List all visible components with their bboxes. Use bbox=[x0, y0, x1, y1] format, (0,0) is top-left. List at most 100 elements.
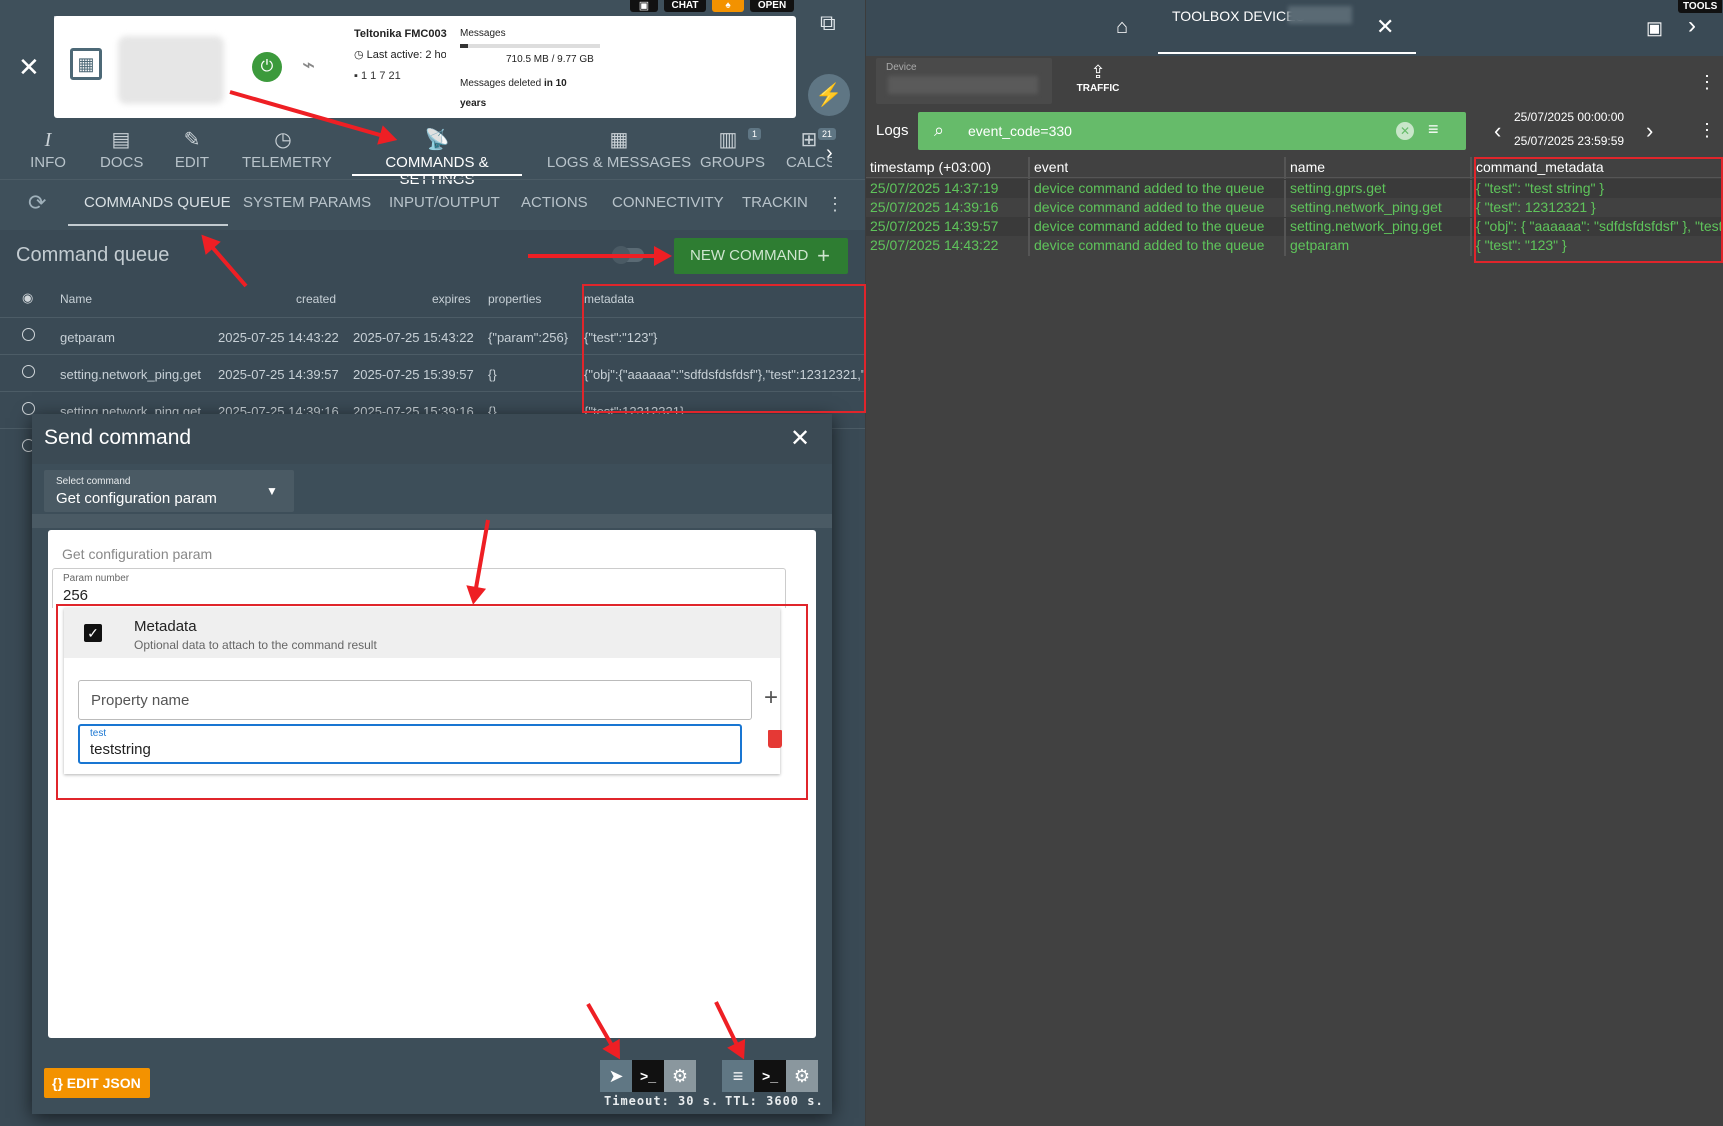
messages-label: Messages bbox=[460, 28, 506, 39]
col-name[interactable]: name bbox=[1290, 159, 1325, 175]
last-active-text: Last active: 2 hou bbox=[366, 49, 446, 61]
subtab-actions[interactable]: ACTIONS bbox=[521, 194, 588, 211]
log-name: setting.network_ping.get bbox=[1290, 199, 1442, 215]
tab-docs-label: DOCS bbox=[100, 154, 144, 171]
edit-json-button[interactable]: {} EDIT JSON bbox=[44, 1068, 150, 1098]
select-command-label: Select command bbox=[56, 476, 131, 487]
row-radio[interactable] bbox=[22, 365, 35, 378]
col-properties[interactable]: properties bbox=[488, 292, 541, 306]
toolbox-title-blurred bbox=[1288, 6, 1352, 24]
send-button[interactable]: ➤ bbox=[600, 1060, 632, 1092]
docs-icon: ▤ bbox=[111, 129, 131, 151]
storage-bar bbox=[460, 44, 600, 48]
annotation-box-metadata-column bbox=[582, 284, 866, 413]
subtab-input-output[interactable]: INPUT/OUTPUT bbox=[389, 194, 500, 211]
tabs-divider bbox=[0, 179, 865, 180]
date-from[interactable]: 25/07/2025 00:00:00 bbox=[1514, 110, 1624, 124]
lightning-button[interactable]: ⚡ bbox=[808, 74, 850, 116]
traffic-icon: ⇪ bbox=[1090, 62, 1106, 82]
col-sep bbox=[1284, 237, 1286, 256]
col-sep bbox=[1028, 180, 1030, 199]
counts-text: 1 1 7 21 bbox=[360, 70, 401, 82]
param-number-field[interactable]: Param number 256 bbox=[52, 568, 786, 608]
subtab-underline bbox=[68, 224, 228, 226]
external-link-icon[interactable]: ⧉ bbox=[820, 10, 836, 36]
home-icon[interactable]: ⌂ bbox=[1116, 16, 1128, 39]
subtab-commands-queue[interactable]: COMMANDS QUEUE bbox=[84, 194, 231, 211]
more-vert-icon-2[interactable]: ⋮ bbox=[1698, 120, 1716, 141]
row-expires: 2025-07-25 15:43:22 bbox=[353, 330, 474, 345]
col-created[interactable]: created bbox=[296, 292, 336, 306]
date-next-icon[interactable]: › bbox=[1646, 118, 1653, 144]
chevron-right-icon[interactable]: › bbox=[1688, 12, 1696, 40]
toolbox-close-icon[interactable]: ✕ bbox=[1376, 14, 1394, 40]
filter-icon[interactable]: ≡ bbox=[1428, 119, 1439, 140]
chevron-right-icon[interactable]: › bbox=[826, 142, 833, 165]
row-expires: 2025-07-25 15:39:57 bbox=[353, 367, 474, 382]
tab-logs-messages[interactable]: ▦ LOGS & MESSAGES bbox=[544, 126, 694, 171]
settings-icon-2[interactable]: ⚙ bbox=[786, 1060, 818, 1092]
open-badge[interactable]: OPEN bbox=[750, 0, 794, 12]
refresh-icon[interactable]: ⟳ bbox=[28, 190, 46, 216]
more-vert-icon[interactable]: ⋮ bbox=[826, 194, 844, 215]
tab-info-label: INFO bbox=[30, 154, 66, 171]
tools-badge[interactable]: TOOLS bbox=[1678, 0, 1723, 13]
date-prev-icon[interactable]: ‹ bbox=[1494, 118, 1501, 144]
traffic-button[interactable]: ⇪ TRAFFIC bbox=[1068, 62, 1128, 94]
logs-label: Logs bbox=[876, 122, 909, 139]
annotation-box-metadata-panel bbox=[56, 604, 808, 800]
tab-info[interactable]: i INFO bbox=[30, 126, 66, 171]
col-expires[interactable]: expires bbox=[432, 292, 471, 306]
col-sep bbox=[1470, 199, 1472, 218]
log-event: device command added to the queue bbox=[1034, 180, 1265, 196]
terminal-icon-2[interactable]: >_ bbox=[754, 1060, 786, 1092]
param-number-label: Param number bbox=[63, 573, 130, 584]
select-all-icon[interactable]: ◉ bbox=[22, 290, 33, 306]
tab-edit-label: EDIT bbox=[174, 154, 210, 171]
chat-badge[interactable]: CHAT bbox=[664, 0, 706, 12]
device-counts: ▪ 1 1 7 21 bbox=[354, 70, 401, 82]
traffic-label: TRAFFIC bbox=[1076, 83, 1120, 94]
power-icon[interactable]: ⏻ bbox=[252, 52, 282, 82]
date-to[interactable]: 25/07/2025 23:59:59 bbox=[1514, 134, 1624, 148]
more-vert-icon[interactable]: ⋮ bbox=[1698, 72, 1716, 93]
subtab-connectivity[interactable]: CONNECTIVITY bbox=[612, 194, 724, 211]
tab-docs[interactable]: ▤ DOCS bbox=[100, 126, 144, 171]
fullscreen-icon[interactable]: ▣ bbox=[1646, 18, 1663, 39]
annotation-box-command-metadata bbox=[1474, 157, 1723, 263]
camera-badge[interactable]: ▣ bbox=[630, 0, 658, 12]
terminal-icon[interactable]: >_ bbox=[632, 1060, 664, 1092]
tab-edit[interactable]: ✎ EDIT bbox=[174, 126, 210, 171]
device-selector[interactable]: Device bbox=[876, 58, 1052, 104]
row-created: 2025-07-25 14:43:22 bbox=[218, 330, 339, 345]
new-command-button[interactable]: NEW COMMAND + bbox=[674, 238, 848, 274]
telemetry-icon: ◷ bbox=[274, 129, 292, 151]
clear-search-icon[interactable]: ✕ bbox=[1396, 122, 1414, 140]
select-command[interactable]: Select command Get configuration param ▼ bbox=[44, 470, 294, 512]
tab-telemetry[interactable]: ◷ TELEMETRY bbox=[242, 126, 332, 171]
dialog-header: Send command ✕ bbox=[32, 414, 832, 464]
queue-add-button[interactable]: ≡ bbox=[722, 1060, 754, 1092]
col-sep bbox=[1470, 218, 1472, 237]
col-sep bbox=[1470, 157, 1472, 179]
col-event[interactable]: event bbox=[1034, 159, 1068, 175]
device-value-blurred bbox=[888, 76, 1038, 94]
settings-icon[interactable]: ⚙ bbox=[664, 1060, 696, 1092]
subtab-system-params[interactable]: SYSTEM PARAMS bbox=[243, 194, 371, 211]
col-name[interactable]: Name bbox=[60, 292, 92, 306]
col-sep bbox=[1470, 237, 1472, 256]
dialog-close-icon[interactable]: ✕ bbox=[790, 424, 810, 453]
alarm-badge[interactable]: ♠ bbox=[712, 0, 744, 12]
close-icon[interactable]: ✕ bbox=[18, 52, 40, 83]
subtab-tracking[interactable]: TRACKING bbox=[742, 194, 808, 211]
col-timestamp[interactable]: timestamp (+03:00) bbox=[870, 159, 991, 175]
row-radio[interactable] bbox=[22, 328, 35, 341]
col-sep bbox=[1028, 157, 1030, 179]
row-properties: {} bbox=[488, 367, 497, 382]
col-sep bbox=[1284, 218, 1286, 237]
row-name: setting.network_ping.get bbox=[60, 367, 201, 382]
section-title: Get configuration param bbox=[62, 546, 213, 562]
log-search-field[interactable]: ⌕ event_code=330 ✕ ≡ bbox=[918, 112, 1466, 150]
log-timestamp: 25/07/2025 14:39:16 bbox=[870, 199, 999, 215]
row-name: getparam bbox=[60, 330, 115, 345]
